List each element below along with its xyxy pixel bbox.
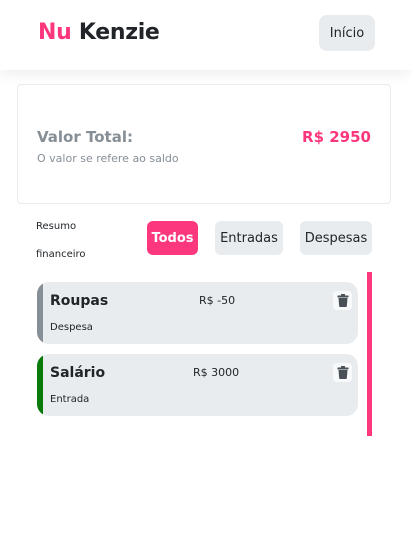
transaction-type: Despesa — [50, 322, 93, 333]
total-label: Valor Total: — [37, 128, 133, 146]
home-button[interactable]: Início — [319, 15, 375, 51]
total-description: O valor se refere ao saldo — [37, 152, 179, 165]
transaction-card: Roupas R$ -50 Despesa — [37, 282, 358, 344]
total-value: R$ 2950 — [302, 128, 371, 146]
transaction-card: Salário R$ 3000 Entrada — [37, 354, 358, 416]
transaction-title: Salário — [50, 365, 106, 381]
transaction-type-stripe — [37, 282, 43, 344]
filter-income-button[interactable]: Entradas — [215, 221, 283, 255]
transaction-value: R$ -50 — [199, 294, 236, 307]
scrollbar[interactable] — [367, 272, 372, 436]
transaction-type: Entrada — [50, 394, 90, 405]
financial-summary-title: Resumo financeiro — [36, 221, 86, 260]
logo-nu: Nu — [38, 20, 72, 45]
app-logo: Nu Kenzie — [38, 20, 160, 45]
logo-kenzie: Kenzie — [78, 20, 160, 45]
trash-icon[interactable] — [333, 363, 352, 382]
transaction-type-stripe — [37, 354, 43, 416]
transaction-value: R$ 3000 — [193, 366, 240, 379]
transaction-title: Roupas — [50, 293, 109, 309]
trash-icon[interactable] — [333, 291, 352, 310]
filter-all-button[interactable]: Todos — [147, 221, 198, 255]
total-balance-card: Valor Total: R$ 2950 O valor se refere a… — [17, 84, 391, 204]
filter-expenses-button[interactable]: Despesas — [300, 221, 372, 255]
app-header: Nu Kenzie Início — [0, 0, 411, 70]
